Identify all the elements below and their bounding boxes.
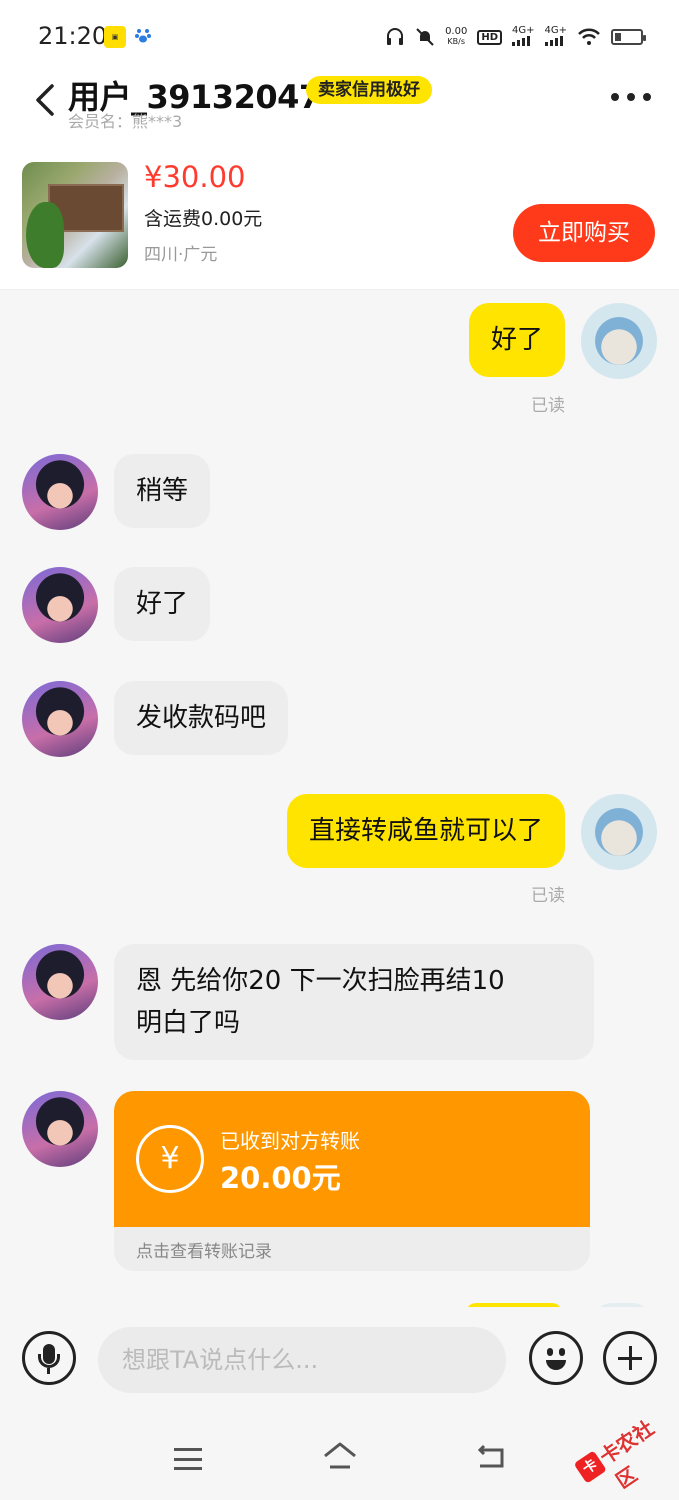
notification-app-icon: ▣ — [104, 26, 126, 48]
net-speed: 0.00 KB/s — [445, 26, 468, 47]
message-bubble-sent[interactable]: 直接转咸鱼就可以了 — [286, 794, 565, 868]
recent-apps-button[interactable] — [174, 1448, 202, 1470]
buy-now-button[interactable]: 立即购买 — [513, 204, 655, 262]
message-bubble-received[interactable]: 好了 — [114, 567, 211, 641]
hd-indicator: HD — [477, 29, 502, 45]
status-icons: 0.00 KB/s HD 4G+ 4G+ — [385, 22, 646, 52]
seller-credit-badge: 卖家信用极好 — [306, 76, 432, 104]
read-receipt: 已读 — [531, 396, 565, 416]
product-card[interactable]: ¥30.00 含运费0.00元 四川·广元 立即购买 — [0, 142, 679, 290]
more-dot-icon — [627, 93, 635, 101]
more-options-button[interactable] — [611, 90, 651, 104]
back-arrow-icon[interactable] — [30, 80, 62, 120]
status-time: 21:20 — [38, 22, 108, 50]
my-avatar[interactable] — [581, 794, 657, 870]
view-transfer-record-link[interactable]: 点击查看转账记录 — [136, 1237, 272, 1262]
transfer-label: 已收到对方转账 — [220, 1129, 360, 1153]
message-input[interactable] — [98, 1327, 506, 1393]
product-thumbnail[interactable] — [22, 162, 128, 268]
voice-input-button[interactable] — [22, 1331, 76, 1385]
product-price: ¥30.00 — [144, 160, 246, 194]
message-bubble-sent[interactable]: 好了 — [468, 303, 565, 377]
message-bubble-received[interactable]: 发收款码吧 — [114, 681, 289, 755]
message-line: 恩 先给你20 下一次扫脸再结10 — [136, 966, 505, 996]
chat-header: 用户_39132047 卖家信用极好 会员名：熊***3 — [0, 72, 679, 142]
mute-bell-icon — [416, 28, 434, 46]
wifi-icon — [578, 28, 600, 45]
transfer-card-header: ¥ 已收到对方转账 20.00元 — [114, 1091, 590, 1227]
battery-icon — [611, 29, 646, 45]
contact-avatar[interactable] — [22, 681, 98, 757]
more-actions-button[interactable] — [603, 1331, 657, 1385]
chat-messages[interactable]: 好了 已读 稍等 好了 发收款码吧 直接转咸鱼就可以了 已读 恩 先给你20 下… — [0, 291, 679, 1307]
product-location: 四川·广元 — [144, 245, 218, 265]
emoji-button[interactable] — [529, 1331, 583, 1385]
yuan-exchange-icon: ¥ — [136, 1125, 204, 1193]
paw-icon — [135, 29, 151, 43]
more-dot-icon — [643, 93, 651, 101]
read-receipt: 已读 — [531, 886, 565, 906]
back-nav-icon[interactable] — [474, 1444, 506, 1470]
headphones-icon — [387, 28, 404, 45]
more-dot-icon — [611, 93, 619, 101]
message-line: 明白了吗 — [136, 1008, 241, 1038]
contact-avatar[interactable] — [22, 567, 98, 643]
status-bar: 21:20 ▣ 0.00 KB/s HD 4G+ 4G+ — [0, 0, 679, 72]
contact-avatar[interactable] — [22, 454, 98, 530]
message-bubble-received[interactable]: 稍等 — [114, 454, 211, 528]
transfer-amount: 20.00元 — [220, 1161, 341, 1195]
message-input-bar — [0, 1307, 679, 1422]
contact-avatar[interactable] — [22, 944, 98, 1020]
signal-2: 4G+ — [545, 25, 567, 49]
message-bubble-received[interactable]: 恩 先给你20 下一次扫脸再结10 明白了吗 — [114, 944, 594, 1060]
shipping-info: 含运费0.00元 — [144, 208, 263, 230]
transfer-card[interactable]: ¥ 已收到对方转账 20.00元 点击查看转账记录 — [114, 1091, 590, 1271]
home-icon[interactable] — [322, 1440, 358, 1472]
my-avatar[interactable] — [581, 303, 657, 379]
contact-avatar[interactable] — [22, 1091, 98, 1167]
member-name: 会员名：熊***3 — [68, 112, 183, 131]
signal-1: 4G+ — [512, 25, 535, 49]
